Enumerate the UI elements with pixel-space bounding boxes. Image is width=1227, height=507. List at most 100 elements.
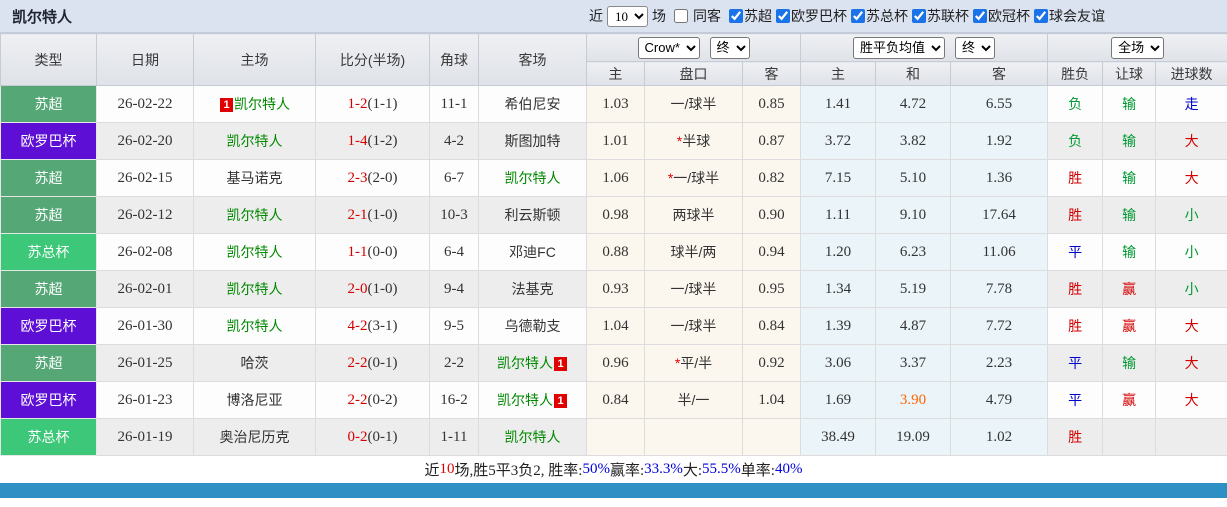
col-header-home: 主场	[193, 33, 316, 86]
avg-kind-select[interactable]: 胜平负均值	[853, 36, 946, 59]
corner-cell: 2-2	[429, 344, 479, 382]
avg-home-odds-cell: 1.41	[800, 85, 877, 123]
result-cell: 胜	[1047, 270, 1104, 308]
avg-away-odds-cell: 1.02	[950, 418, 1049, 456]
goals-result-cell: 走	[1155, 85, 1227, 123]
crow-home-odds-cell: 0.96	[586, 344, 645, 382]
sub-header-crow-home: 主	[586, 61, 645, 86]
league-type-cell: 苏总杯	[0, 233, 97, 271]
odds-company-select[interactable]: Crow*	[637, 36, 700, 59]
date-cell: 26-01-23	[96, 381, 194, 419]
summary-segment-3: 50%	[582, 461, 610, 477]
date-cell: 26-01-19	[96, 418, 194, 456]
goals-result-cell: 小	[1155, 196, 1227, 234]
handicap-cell: 半/一	[644, 381, 743, 419]
crow-away-odds-cell: 0.87	[741, 122, 802, 160]
avg-draw-odds-cell: 4.72	[875, 85, 952, 123]
filter-controls: 近 10 场 同客 苏超 欧罗巴杯 苏总杯 苏联杯 欧冠杯 球会友谊	[589, 5, 1105, 27]
league-type-cell: 欧罗巴杯	[0, 307, 97, 345]
crow-home-odds-cell: 0.84	[586, 381, 645, 419]
table-row: 欧罗巴杯 26-01-30 凯尔特人 4-2(3-1) 9-5 乌德勒支 1.04 一/球半 0…	[0, 307, 1227, 345]
date-cell: 26-01-25	[96, 344, 194, 382]
avg-away-odds-cell: 7.72	[950, 307, 1049, 345]
away-team-cell: 凯尔特人	[478, 159, 587, 197]
score-cell: 2-0(1-0)	[315, 270, 430, 308]
date-cell: 26-02-12	[96, 196, 194, 234]
away-team-cell: 法基克	[478, 270, 587, 308]
avg-home-odds-cell: 38.49	[800, 418, 877, 456]
league-label-0: 苏超	[744, 8, 772, 24]
goals-result-cell	[1155, 418, 1227, 456]
summary-segment-8: 单率:	[740, 463, 775, 479]
score-cell: 0-2(0-1)	[315, 418, 430, 456]
league-filter-4: 欧冠杯	[969, 6, 1030, 26]
away-team-cell: 凯尔特人	[478, 418, 587, 456]
crow-away-odds-cell: 0.90	[741, 196, 802, 234]
league-checkbox-1[interactable]	[776, 9, 790, 23]
crow-away-odds-cell: 0.85	[741, 85, 802, 123]
league-checkbox-5[interactable]	[1034, 9, 1048, 23]
date-cell: 26-02-22	[96, 85, 194, 123]
avg-away-odds-cell: 7.78	[950, 270, 1049, 308]
summary-segment-9: 40%	[774, 461, 803, 477]
away-team-cell: 乌德勒支	[478, 307, 587, 345]
red-card-badge: 1	[554, 394, 567, 408]
corner-cell: 9-4	[429, 270, 479, 308]
col-header-away: 客场	[478, 33, 587, 86]
avg-odds-group-header: 胜平负均值 终	[800, 33, 1049, 62]
league-filter-5: 球会友谊	[1030, 6, 1105, 26]
col-header-corner: 角球	[429, 33, 479, 86]
avg-away-odds-cell: 11.06	[950, 233, 1049, 271]
corner-cell: 10-3	[429, 196, 479, 234]
crow-away-odds-cell: 0.94	[741, 233, 802, 271]
summary-segment-4: 赢率:	[609, 463, 645, 479]
home-team-cell: 凯尔特人	[193, 196, 316, 234]
table-row: 苏超 26-01-25 哈茨 2-2(0-1) 2-2 凯尔特人 1 0.96 *平/半 0.92…	[0, 344, 1227, 382]
result-cell: 胜	[1047, 418, 1104, 456]
goals-result-cell: 大	[1155, 344, 1227, 382]
result-group-header: 全场	[1047, 33, 1227, 62]
result-cell: 平	[1047, 233, 1104, 271]
avg-time-select[interactable]: 终	[955, 36, 996, 59]
league-checkbox-4[interactable]	[973, 9, 987, 23]
crow-away-odds-cell: 1.04	[741, 381, 802, 419]
home-team-cell: 凯尔特人	[193, 122, 316, 160]
table-row: 苏超 26-02-12 凯尔特人 2-1(1-0) 10-3 利云斯顿 0.98 两球半 0.9…	[0, 196, 1227, 234]
league-type-cell: 苏超	[0, 196, 97, 234]
league-checkbox-3[interactable]	[912, 9, 926, 23]
table-row: 苏总杯 26-01-19 奥治尼历克 0-2(0-1) 1-11 凯尔特人 38.49 19.…	[0, 418, 1227, 456]
avg-draw-odds-cell: 6.23	[875, 233, 952, 271]
same-venue-checkbox[interactable]	[674, 9, 688, 23]
avg-away-odds-cell: 4.79	[950, 381, 1049, 419]
col-header-date: 日期	[96, 33, 194, 86]
odds-time-select[interactable]: 终	[709, 36, 750, 59]
league-label-1: 欧罗巴杯	[791, 8, 847, 24]
corner-cell: 1-11	[429, 418, 479, 456]
league-filter-3: 苏联杯	[908, 6, 969, 26]
avg-home-odds-cell: 1.20	[800, 233, 877, 271]
handicap-result-cell: 输	[1102, 344, 1157, 382]
date-cell: 26-02-15	[96, 159, 194, 197]
red-card-badge: 1	[220, 98, 233, 112]
score-cell: 4-2(3-1)	[315, 307, 430, 345]
corner-cell: 11-1	[429, 85, 479, 123]
handicap-result-cell: 输	[1102, 233, 1157, 271]
league-checkbox-0[interactable]	[729, 9, 743, 23]
sub-header-avg-away: 客	[950, 61, 1049, 86]
match-count-select[interactable]: 10	[607, 5, 648, 27]
league-checkbox-2[interactable]	[851, 9, 865, 23]
result-cell: 胜	[1047, 307, 1104, 345]
avg-home-odds-cell: 1.11	[800, 196, 877, 234]
league-type-cell: 欧罗巴杯	[0, 381, 97, 419]
date-cell: 26-02-08	[96, 233, 194, 271]
league-label-4: 欧冠杯	[988, 8, 1030, 24]
league-filter-2: 苏总杯	[847, 6, 908, 26]
score-cell: 2-1(1-0)	[315, 196, 430, 234]
handicap-result-cell: 输	[1102, 85, 1157, 123]
col-header-type: 类型	[0, 33, 97, 86]
crow-odds-group-header: Crow* 终	[585, 33, 802, 62]
scope-select[interactable]: 全场	[1111, 36, 1165, 59]
table-row: 苏超 26-02-01 凯尔特人 2-0(1-0) 9-4 法基克 0.93 一/球半 0.95…	[0, 270, 1227, 308]
handicap-cell: 球半/两	[644, 233, 743, 271]
avg-home-odds-cell: 7.15	[800, 159, 877, 197]
